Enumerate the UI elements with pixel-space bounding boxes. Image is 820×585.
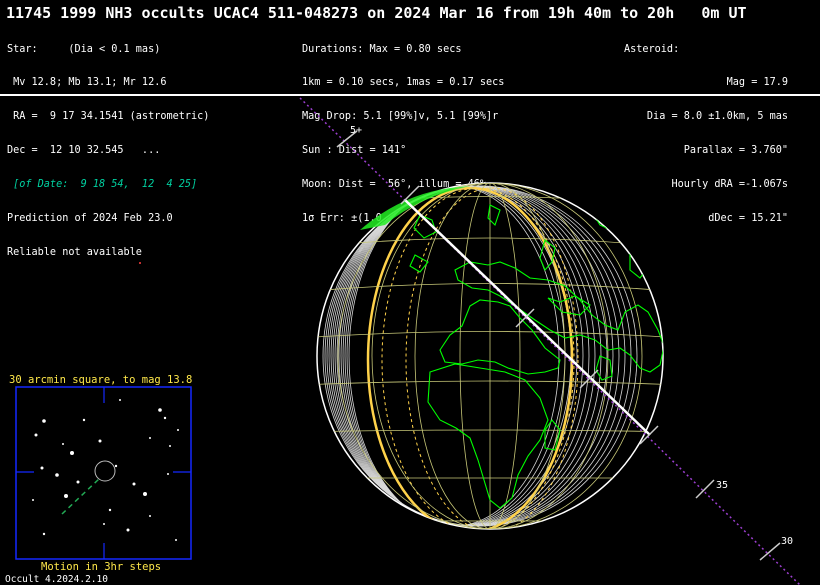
software-version: Occult 4.2024.2.10	[5, 574, 108, 585]
globe-map: 5+ 35 30	[15, 97, 801, 585]
track-label-end: 30	[781, 536, 793, 547]
finder-chart-title: 30 arcmin square, to mag 13.8	[9, 374, 193, 386]
finder-frame	[15, 386, 192, 560]
finder-chart	[15, 386, 192, 560]
track-label-mid: 35	[716, 480, 728, 491]
finder-chart-caption: Motion in 3hr steps	[41, 561, 162, 573]
track-label-start: 5+	[350, 125, 362, 136]
marker-dot	[139, 262, 141, 264]
